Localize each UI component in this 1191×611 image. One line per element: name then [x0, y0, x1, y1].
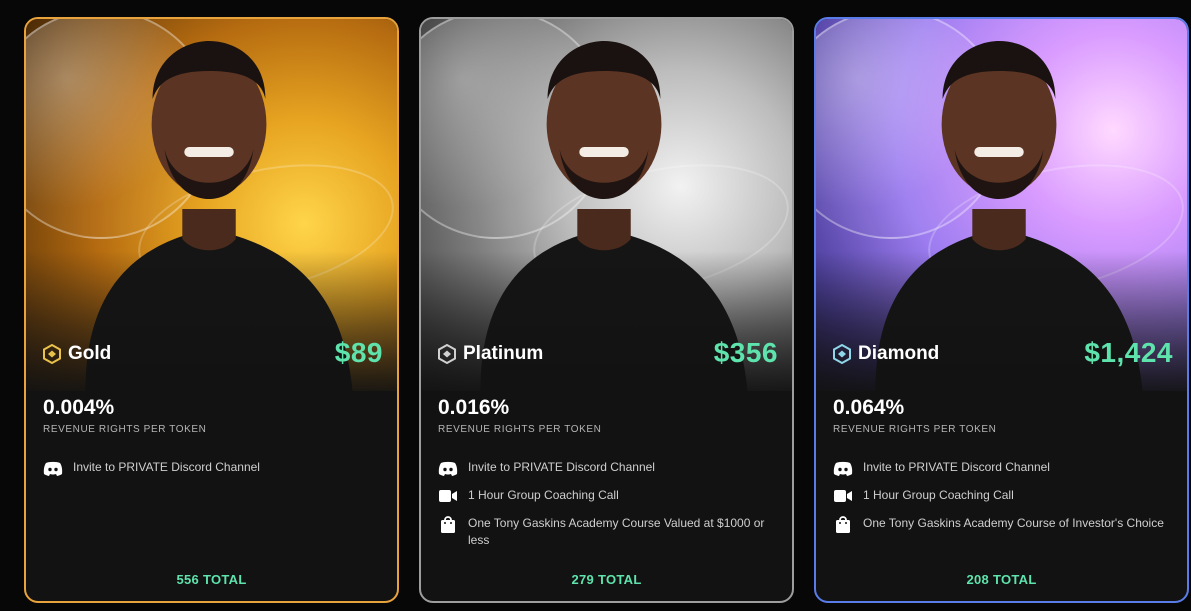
discord-icon [438, 460, 458, 476]
discord-icon [833, 460, 853, 476]
revenue-percent: 0.004% [43, 396, 115, 419]
perk-item: Invite to PRIVATE Discord Channel [833, 459, 1173, 476]
card-hero-image [26, 19, 397, 391]
revenue-label: REVENUE RIGHTS PER TOKEN [438, 424, 602, 435]
video-camera-icon [833, 488, 853, 504]
tier-price: $1,424 [1084, 337, 1173, 368]
perk-list: Invite to PRIVATE Discord Channel 1 Hour… [438, 459, 778, 560]
perk-list: Invite to PRIVATE Discord Channel [43, 459, 383, 487]
tier-card-platinum[interactable]: Platinum $356 0.016% REVENUE RIGHTS PER … [419, 17, 794, 603]
perk-list: Invite to PRIVATE Discord Channel 1 Hour… [833, 459, 1173, 543]
tier-card-diamond[interactable]: Diamond $1,424 0.064% REVENUE RIGHTS PER… [814, 17, 1189, 603]
revenue-label: REVENUE RIGHTS PER TOKEN [833, 424, 997, 435]
perk-text: One Tony Gaskins Academy Course Valued a… [468, 516, 765, 547]
video-camera-icon [438, 488, 458, 504]
perk-text: One Tony Gaskins Academy Course of Inves… [863, 516, 1164, 530]
perk-item: 1 Hour Group Coaching Call [833, 487, 1173, 504]
tier-price: $356 [713, 337, 778, 368]
perk-text: 1 Hour Group Coaching Call [863, 488, 1014, 502]
perk-text: 1 Hour Group Coaching Call [468, 488, 619, 502]
tier-name-label: Diamond [858, 343, 940, 364]
hexagon-token-icon [43, 344, 61, 364]
perk-text: Invite to PRIVATE Discord Channel [863, 460, 1050, 474]
revenue-percent: 0.016% [438, 396, 510, 419]
supply-total: 279 TOTAL [571, 572, 642, 587]
hero-fade [816, 251, 1187, 391]
shopping-bag-icon [438, 516, 458, 533]
perk-item: One Tony Gaskins Academy Course of Inves… [833, 515, 1173, 533]
supply-total: 556 TOTAL [176, 572, 247, 587]
supply-total: 208 TOTAL [966, 572, 1037, 587]
tier-title: Platinum [437, 343, 543, 365]
revenue-percent: 0.064% [833, 396, 905, 419]
hexagon-token-icon [833, 344, 851, 364]
tier-price: $89 [334, 337, 383, 368]
tier-title: Gold [42, 343, 111, 365]
tier-title: Diamond [832, 343, 939, 365]
perk-item: One Tony Gaskins Academy Course Valued a… [438, 515, 778, 549]
tier-name-label: Gold [68, 343, 112, 364]
perk-text: Invite to PRIVATE Discord Channel [73, 460, 260, 474]
perk-text: Invite to PRIVATE Discord Channel [468, 460, 655, 474]
tier-name-label: Platinum [463, 343, 544, 364]
hexagon-token-icon [438, 344, 456, 364]
card-hero-image [421, 19, 792, 391]
shopping-bag-icon [833, 516, 853, 533]
discord-icon [43, 460, 63, 476]
perk-item: 1 Hour Group Coaching Call [438, 487, 778, 504]
perk-item: Invite to PRIVATE Discord Channel [438, 459, 778, 476]
tier-card-gold[interactable]: Gold $89 0.004% REVENUE RIGHTS PER TOKEN… [24, 17, 399, 603]
perk-item: Invite to PRIVATE Discord Channel [43, 459, 383, 476]
hero-fade [26, 251, 397, 391]
hero-fade [421, 251, 792, 391]
card-hero-image [816, 19, 1187, 391]
revenue-label: REVENUE RIGHTS PER TOKEN [43, 424, 207, 435]
